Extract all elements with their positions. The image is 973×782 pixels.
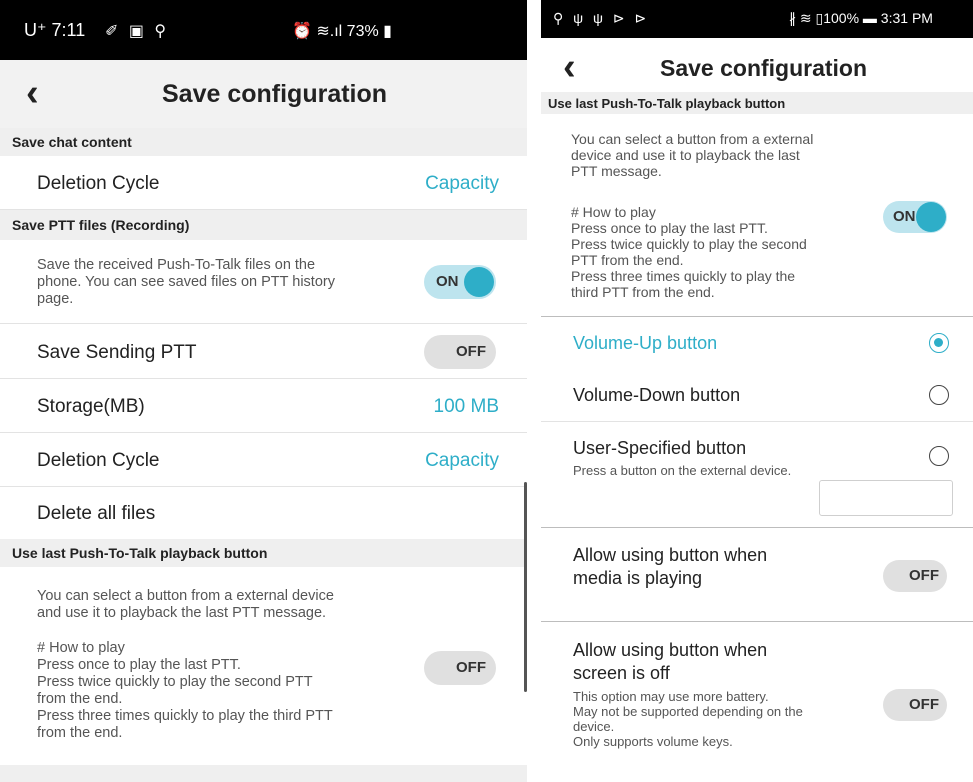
status-bar: U⁺ 7:11 ✐ ▣ ⚲ ⏰ ≋.ıl 73% ▮ [0,0,527,60]
save-ptt-toggle[interactable]: ON [424,265,496,299]
option-description: Press a button on the external device. [573,463,792,478]
row-label: Save Sending PTT [37,342,197,363]
status-notification-icons: ⚲ ψ ψ ⊳ ⊳ [553,10,650,26]
toggle-text: OFF [456,659,486,676]
how-to-play-text: # How to play Press once to play the las… [37,640,333,741]
row-label: Allow using button when media is playing [573,545,768,588]
next-section-header [0,765,527,782]
row-label: Deletion Cycle [37,173,160,194]
radio-button[interactable] [929,385,949,405]
section-header-playback: Use last Push-To-Talk playback button [541,92,973,114]
row-label: Allow using button when screen is off [573,640,768,683]
status-notification-icons: ✐ ▣ ⚲ [105,23,170,40]
section-header-playback: Use last Push-To-Talk playback button [0,539,527,567]
left-screen: U⁺ 7:11 ✐ ▣ ⚲ ⏰ ≋.ıl 73% ▮ ‹ Save config… [0,0,527,782]
toggle-knob [916,202,946,232]
row-allow-media-playing: Allow using button when media is playing… [541,528,973,622]
toggle-text: ON [893,208,916,225]
toggle-knob [426,337,456,367]
right-screen: ⚲ ψ ψ ⊳ ⊳ ∦ ≋ ▯100% ▬ 3:31 PM ‹ Save con… [541,0,973,782]
row-value: Capacity [425,173,499,194]
option-label: Volume-Up button [573,333,718,353]
status-time: U⁺ 7:11 [24,20,86,40]
toggle-text: OFF [909,696,939,713]
screen-off-toggle[interactable]: OFF [883,689,947,721]
toggle-text: OFF [456,343,486,360]
row-label: Delete all files [37,503,156,524]
section-header-save-chat: Save chat content [0,128,527,156]
radio-button[interactable] [929,446,949,466]
row-save-ptt-files: Save the received Push-To-Talk files on … [0,240,527,324]
row-delete-all-files[interactable]: Delete all files [0,487,527,539]
status-bar: ⚲ ψ ψ ⊳ ⊳ ∦ ≋ ▯100% ▬ 3:31 PM [541,0,973,38]
how-to-play-text: # How to play Press once to play the las… [571,204,807,300]
toggle-text: ON [436,273,459,290]
toggle-text: OFF [909,567,939,584]
save-sending-ptt-toggle[interactable]: OFF [424,335,496,369]
media-playing-toggle[interactable]: OFF [883,560,947,592]
option-volume-up[interactable]: Volume-Up button [541,317,973,367]
row-value: Capacity [425,450,499,471]
option-label: Volume-Down button [573,385,741,405]
page-title: Save configuration [660,55,868,81]
playback-description: You can select a button from a external … [37,588,334,621]
toggle-knob [464,267,494,297]
button-input-field[interactable] [819,480,953,516]
option-volume-down[interactable]: Volume-Down button [541,367,973,422]
row-chat-deletion-cycle[interactable]: Deletion Cycle Capacity [0,156,527,210]
status-system-icons: ∦ ≋ ▯100% ▬ 3:31 PM [789,10,933,26]
toggle-knob [426,653,456,683]
row-label: Storage(MB) [37,396,145,417]
playback-toggle[interactable]: ON [883,201,947,233]
row-value: 100 MB [433,396,499,417]
save-ptt-description: Save the received Push-To-Talk files on … [37,257,335,307]
page-title: Save configuration [162,80,388,108]
back-arrow-icon[interactable]: ‹ [563,48,576,86]
scrollbar[interactable] [524,482,527,692]
playback-toggle[interactable]: OFF [424,651,496,685]
screen-off-description: This option may use more battery. May no… [573,689,803,749]
row-ptt-deletion-cycle[interactable]: Deletion Cycle Capacity [0,433,527,487]
option-user-specified[interactable]: User-Specified button Press a button on … [541,422,973,528]
row-label: Deletion Cycle [37,450,160,471]
row-save-sending-ptt: Save Sending PTT OFF [0,324,527,379]
option-label: User-Specified button [573,438,747,458]
back-arrow-icon[interactable]: ‹ [26,74,39,112]
row-storage[interactable]: Storage(MB) 100 MB [0,379,527,433]
radio-button-selected[interactable] [929,333,949,353]
app-bar: ‹ Save configuration [0,60,527,128]
status-system-icons: ⏰ ≋.ıl 73% ▮ [292,23,392,40]
section-header-save-ptt: Save PTT files (Recording) [0,210,527,240]
app-bar: ‹ Save configuration [541,38,973,96]
row-allow-screen-off: Allow using button when screen is off Th… [541,622,973,782]
playback-description: You can select a button from a external … [571,131,814,179]
